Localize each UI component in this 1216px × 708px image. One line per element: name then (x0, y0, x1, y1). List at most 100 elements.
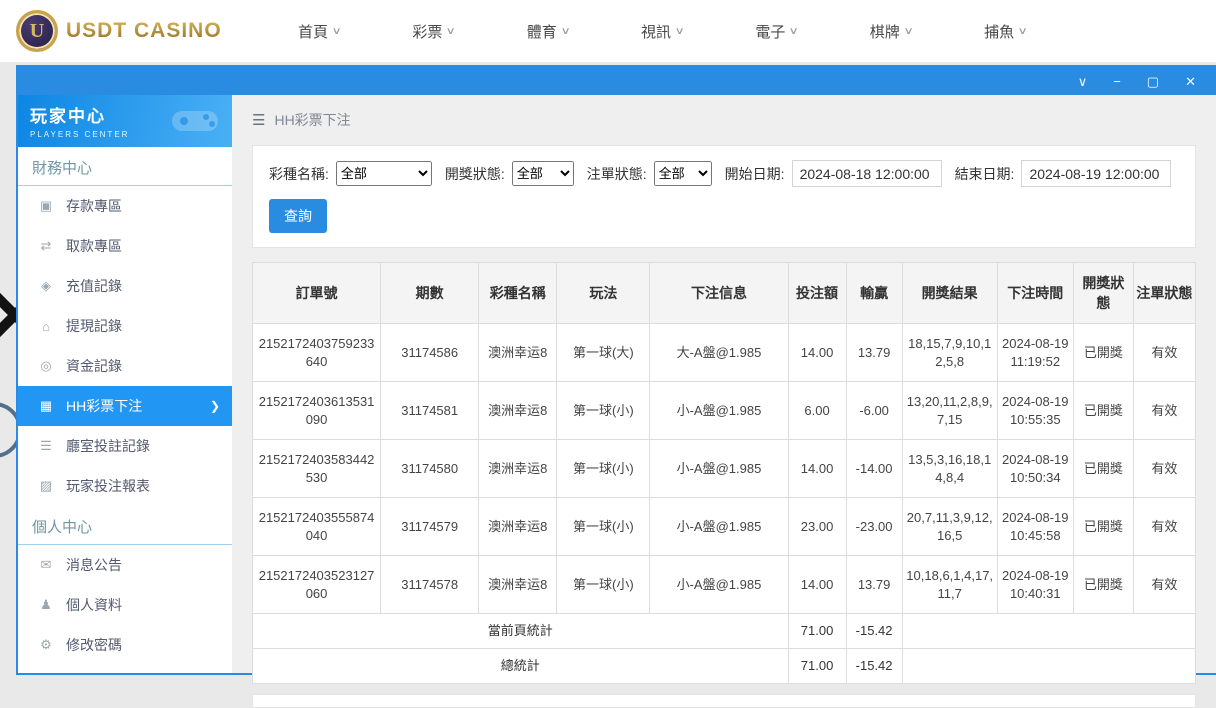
window-titlebar: ∨ − ▢ ✕ (18, 67, 1216, 95)
table-cell: 有效 (1132, 381, 1197, 441)
summary-label: 總統計 (252, 648, 789, 684)
table-cell: 小-A盤@1.985 (649, 439, 789, 499)
sidebar-item-label: HH彩票下注 (66, 398, 143, 414)
nav-item-視訊[interactable]: 視訊 ∨ (641, 21, 685, 42)
column-header: 開獎狀態 (1072, 262, 1134, 324)
window-maximize-icon[interactable]: ▢ (1147, 75, 1159, 88)
nav-item-棋牌[interactable]: 棋牌 ∨ (870, 21, 914, 42)
lottery-name-select[interactable]: 全部 (335, 161, 432, 186)
sidebar-item-取款專區[interactable]: ⇄ 取款專區 (18, 226, 232, 266)
window-minimize-icon[interactable]: − (1113, 75, 1121, 88)
nav-item-彩票[interactable]: 彩票 ∨ (412, 21, 457, 42)
table-cell: 2024-08-19 10:40:31 (996, 555, 1074, 615)
sidebar-item-label: 資金記錄 (66, 358, 122, 374)
player-center-window: ∨ − ▢ ✕ 玩家中心 PLAYERS CENTER 財務中心 ▣ 存款專區 ⇄ 取款… (16, 65, 1216, 708)
table-cell: 2152172403523127060 (251, 555, 382, 615)
table-cell: 2024-08-19 10:55:35 (996, 381, 1074, 441)
end-date-input[interactable] (1021, 160, 1172, 187)
summary-row: 當前頁統計 71.00 -15.42 (252, 613, 1197, 650)
main-content: ☰ HH彩票下注 彩種名稱: 全部 開獎狀態: 全部 注單狀態: 全部 開始日期… (232, 95, 1216, 708)
lottery-name-label: 彩種名稱: (269, 165, 329, 182)
table-cell: 澳洲幸运8 (478, 381, 558, 441)
table-cell: 13.79 (845, 322, 903, 383)
recharge-record-icon: ◈ (41, 278, 51, 293)
sidebar-item-玩家投注報表[interactable]: ▨ 玩家投注報表 (18, 466, 232, 506)
column-header: 彩種名稱 (478, 262, 558, 324)
column-header: 開獎結果 (901, 262, 998, 324)
chevron-right-icon: ❯ (209, 399, 220, 413)
player-bet-report-icon: ▨ (39, 478, 53, 493)
table-cell: 14.00 (787, 322, 847, 383)
summary-empty (901, 613, 1197, 650)
brand-logo[interactable]: U USDT CASINO (16, 10, 246, 52)
nav-item-捕魚[interactable]: 捕魚 ∨ (984, 21, 1028, 42)
column-header: 訂單號 (251, 262, 382, 324)
sidebar-item-label: 取款專區 (66, 238, 122, 254)
table-cell: 有效 (1132, 322, 1197, 383)
table-cell: 13,5,3,16,18,14,8,4 (901, 439, 998, 499)
nav-item-首頁[interactable]: 首頁 ∨ (298, 21, 342, 42)
gamepad-icon (168, 103, 222, 142)
hamburger-icon[interactable]: ☰ (252, 111, 265, 129)
sidebar-item-資金記錄[interactable]: ◎ 資金記錄 (18, 346, 232, 386)
search-button[interactable]: 查詢 (269, 199, 327, 233)
column-header: 投注額 (787, 262, 847, 324)
table-cell: -23.00 (845, 497, 903, 557)
change-password-icon: ⚙ (40, 637, 52, 652)
sidebar-item-修改密碼[interactable]: ⚙ 修改密碼 (18, 625, 232, 665)
table-cell: 澳洲幸运8 (478, 497, 558, 557)
nav-item-體育[interactable]: 體育 ∨ (527, 21, 571, 42)
sidebar-item-提現記錄[interactable]: ⌂ 提現記錄 (18, 306, 232, 346)
table-cell: 31174586 (380, 322, 480, 383)
table-cell: 2024-08-19 10:45:58 (996, 497, 1074, 557)
summary-row: 總統計 71.00 -15.42 (252, 648, 1197, 684)
table-cell: 20,7,11,3,9,12,16,5 (901, 497, 998, 557)
sidebar-item-消息公告[interactable]: ✉ 消息公告 (18, 545, 232, 585)
chevron-down-icon: ∨ (1017, 25, 1028, 37)
table-cell: 23.00 (787, 497, 847, 557)
table-cell: 第一球(小) (556, 555, 651, 615)
chevron-down-icon: ∨ (788, 25, 800, 37)
nav-item-label: 彩票 (412, 23, 443, 41)
funds-record-icon: ◎ (40, 358, 52, 373)
table-cell: 31174581 (380, 381, 480, 441)
table-cell: 已開獎 (1072, 381, 1134, 441)
order-status-select[interactable]: 全部 (653, 161, 712, 186)
table-cell: 小-A盤@1.985 (649, 555, 789, 615)
chevron-down-icon: ∨ (445, 25, 457, 37)
deposit-icon: ▣ (39, 198, 53, 213)
bets-table-wrap: 訂單號 期數 彩種名稱 玩法 下注信息 投注額 輸贏 開獎結果 下注時間 開獎狀態 注單狀態 215… (251, 262, 1197, 684)
chevron-down-icon: ∨ (331, 25, 342, 37)
table-cell: 第一球(小) (556, 439, 651, 499)
table-cell: 2152172403555874040 (251, 497, 382, 557)
sidebar-item-充值記錄[interactable]: ◈ 充值記錄 (18, 266, 232, 306)
sidebar-item-個人資料[interactable]: ♟ 個人資料 (18, 585, 232, 625)
window-collapse-icon[interactable]: ∨ (1078, 75, 1088, 88)
nav-item-電子[interactable]: 電子 ∨ (755, 21, 800, 42)
table-cell: 已開獎 (1072, 322, 1134, 383)
table-cell: 第一球(小) (556, 497, 651, 557)
table-cell: 澳洲幸运8 (478, 555, 558, 615)
nav-item-label: 首頁 (298, 23, 329, 41)
summary-bet-total: 71.00 (787, 648, 847, 684)
sidebar-item-廳室投註記錄[interactable]: ☰ 廳室投註記錄 (18, 426, 232, 466)
brand-logo-icon: U (16, 10, 58, 52)
table-row: 2152172403555874040 31174579 澳洲幸运8 第一球(小) 小-… (251, 497, 1197, 557)
sidebar-sections: 財務中心 ▣ 存款專區 ⇄ 取款專區 ◈ 充值記錄 ⌂ 提現記錄 ◎ 資金記錄 ▦ HH彩票下注 ❯ ☰ 廳室… (18, 147, 232, 665)
sidebar-item-HH彩票下注[interactable]: ▦ HH彩票下注 ❯ (18, 386, 232, 426)
table-cell: 2024-08-19 10:50:34 (996, 439, 1074, 499)
table-cell: 10,18,6,1,4,17,11,7 (901, 555, 998, 615)
announcement-icon: ✉ (40, 557, 52, 572)
table-cell: 31174579 (380, 497, 480, 557)
site-topbar: U USDT CASINO 首頁 ∨ 彩票 ∨ 體育 ∨ 視訊 ∨ 電子 ∨ 棋牌 ∨ 捕魚 ∨ (0, 0, 1216, 62)
column-header: 輸贏 (845, 262, 903, 324)
sidebar-item-存款專區[interactable]: ▣ 存款專區 (18, 186, 232, 226)
room-bet-record-icon: ☰ (40, 438, 52, 453)
window-close-icon[interactable]: ✕ (1185, 75, 1196, 88)
order-status-label: 注單狀態: (586, 165, 647, 182)
draw-status-select[interactable]: 全部 (511, 161, 574, 186)
table-cell: 18,15,7,9,10,12,5,8 (901, 322, 998, 383)
summary-winloss-total: -15.42 (845, 613, 903, 650)
start-date-input[interactable] (791, 160, 942, 187)
table-cell: 有效 (1132, 439, 1197, 499)
